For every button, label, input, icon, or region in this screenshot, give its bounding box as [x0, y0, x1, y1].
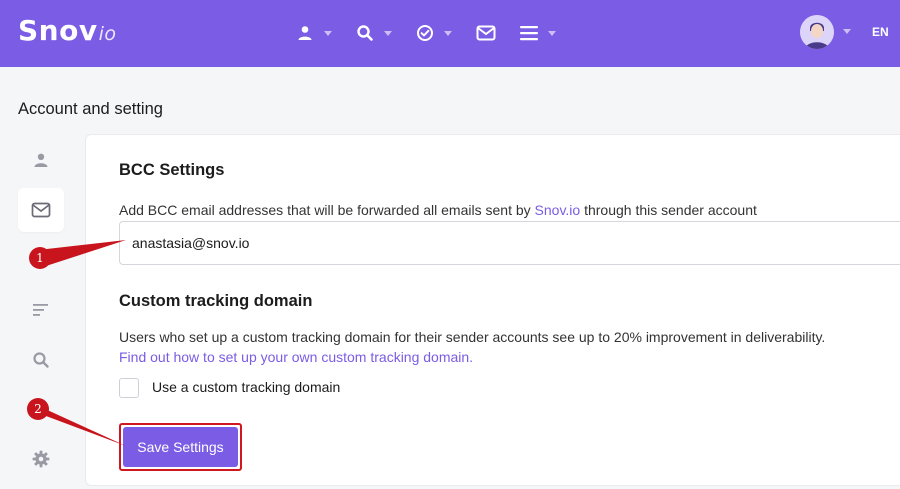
annotation-marker-1: 1: [29, 247, 51, 269]
search-icon: [357, 25, 373, 41]
nav-more-menu[interactable]: [520, 25, 556, 41]
custom-tracking-checkbox-label[interactable]: Use a custom tracking domain: [152, 379, 340, 395]
chevron-down-icon[interactable]: [843, 29, 851, 34]
annotation-marker-2: 2: [27, 398, 49, 420]
sidebar-item-lists[interactable]: [18, 288, 64, 332]
bcc-description-after: through this sender account: [580, 202, 757, 218]
sidebar-item-email[interactable]: [18, 188, 64, 232]
sidebar-item-search[interactable]: [18, 338, 64, 382]
menu-icon: [520, 26, 538, 41]
gear-icon: [32, 450, 50, 468]
bcc-settings-heading: BCC Settings: [119, 161, 225, 179]
list-icon: [33, 304, 48, 316]
top-navigation-bar: Snovio EN: [0, 0, 900, 67]
chevron-down-icon: [384, 30, 392, 36]
custom-tracking-checkbox[interactable]: [119, 378, 139, 398]
bcc-description: Add BCC email addresses that will be for…: [119, 202, 757, 218]
chevron-down-icon: [324, 30, 332, 36]
save-settings-button[interactable]: Save Settings: [123, 427, 238, 467]
avatar-person-icon: [800, 15, 834, 49]
bcc-email-input[interactable]: [119, 221, 900, 265]
nav-email-campaigns[interactable]: [476, 24, 496, 42]
chevron-down-icon: [444, 30, 452, 36]
logo-suffix-text: io: [98, 23, 117, 45]
bcc-description-before: Add BCC email addresses that will be for…: [119, 202, 535, 218]
mail-icon: [476, 25, 496, 41]
search-icon: [33, 352, 49, 368]
sidebar-item-profile[interactable]: [18, 138, 64, 182]
snovio-logo[interactable]: Snovio: [18, 14, 117, 47]
person-icon: [298, 26, 312, 40]
chevron-down-icon: [548, 30, 556, 36]
nav-verify-menu[interactable]: [416, 24, 452, 42]
snovio-link[interactable]: Snov.io: [535, 202, 581, 218]
tracking-help-link[interactable]: Find out how to set up your own custom t…: [119, 349, 473, 365]
mail-icon: [31, 202, 51, 218]
sidebar-item-settings[interactable]: [18, 437, 64, 481]
logo-main-text: Snov: [18, 14, 98, 47]
page-title: Account and setting: [18, 100, 163, 118]
nav-search-menu[interactable]: [356, 24, 392, 42]
nav-prospects-menu[interactable]: [296, 24, 332, 42]
language-selector[interactable]: EN: [872, 25, 889, 39]
custom-tracking-heading: Custom tracking domain: [119, 292, 313, 310]
user-avatar[interactable]: [800, 15, 834, 49]
check-circle-icon: [417, 25, 433, 41]
main-nav: [296, 20, 580, 46]
save-button-highlight: Save Settings: [119, 423, 242, 471]
tracking-description: Users who set up a custom tracking domai…: [119, 329, 826, 345]
person-icon: [34, 153, 48, 167]
